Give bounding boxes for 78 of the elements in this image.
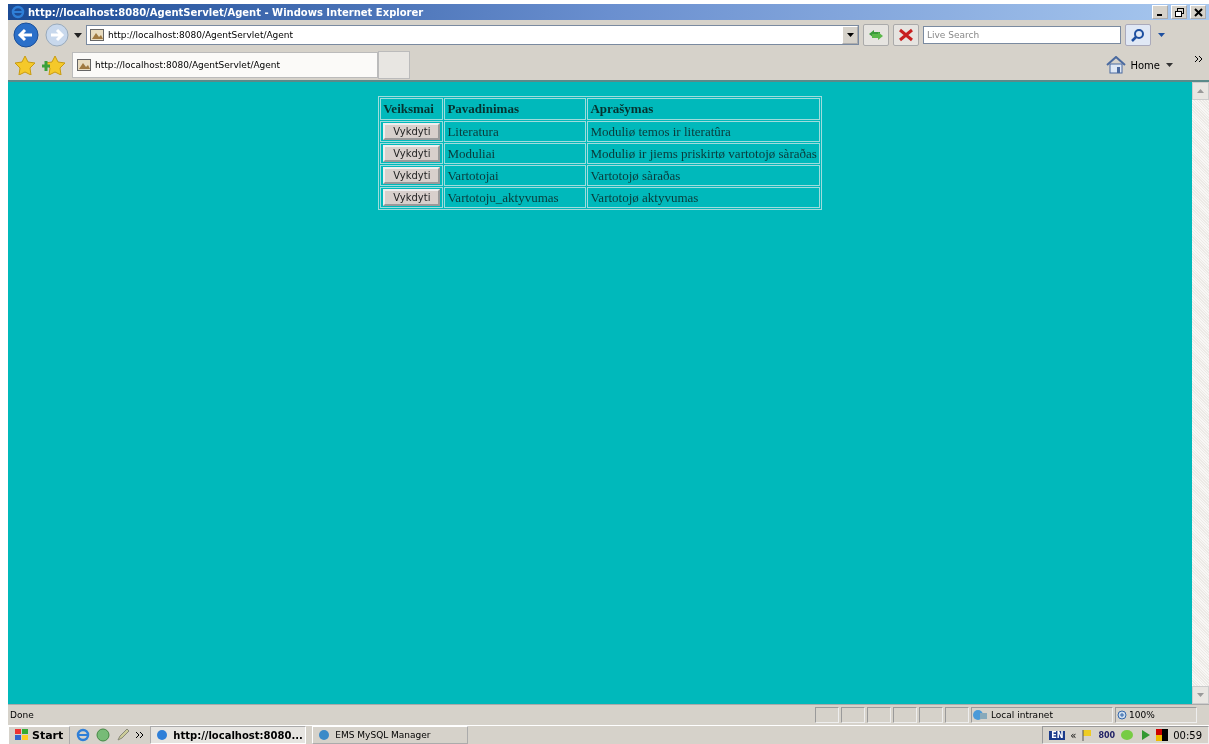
caret-icon[interactable] — [74, 32, 82, 38]
security-zone: Local intranet — [971, 707, 1113, 723]
address-field[interactable]: http://localhost:8080/AgentServlet/Agent — [86, 25, 859, 45]
window-title: http://localhost:8080/AgentServlet/Agent - Windows Internet Explorer — [28, 6, 424, 18]
minimize-button[interactable] — [1152, 5, 1168, 19]
table-cell: Moduliø ir jiems priskirtø vartotojø sàraðas — [587, 143, 820, 164]
page-icon — [77, 59, 91, 71]
overflow-icon[interactable] — [136, 732, 145, 738]
favorites-star-icon[interactable] — [14, 55, 36, 75]
app-icon — [155, 729, 170, 741]
caret-icon — [1157, 33, 1165, 37]
scrollbar[interactable] — [1192, 82, 1209, 704]
status-pane — [919, 707, 943, 723]
caret-icon — [1197, 89, 1204, 93]
run-button[interactable]: Vykdyti — [383, 145, 441, 162]
status-pane — [893, 707, 917, 723]
search-button[interactable] — [1125, 24, 1151, 46]
page-icon — [90, 29, 104, 41]
url-text: http://localhost:8080/AgentServlet/Agent — [108, 30, 294, 40]
close-button[interactable] — [1190, 5, 1206, 19]
status-pane — [841, 707, 865, 723]
stop-button[interactable] — [893, 24, 919, 46]
pencil-icon[interactable] — [116, 728, 131, 742]
run-button[interactable]: Vykdyti — [383, 123, 441, 140]
new-tab-button[interactable] — [378, 51, 410, 79]
column-header: Aprašymas — [587, 98, 820, 120]
clock: 00:59 — [1173, 729, 1202, 741]
status-pane — [867, 707, 891, 723]
search-icon — [1131, 28, 1145, 42]
meter-icon[interactable] — [1156, 729, 1169, 741]
scroll-down-button[interactable] — [1192, 686, 1209, 704]
status-text: Done — [10, 710, 34, 720]
status-pane — [945, 707, 969, 723]
close-icon — [898, 28, 914, 42]
app-icon — [317, 729, 332, 741]
dropdown-button[interactable] — [842, 26, 858, 44]
back-button[interactable] — [12, 21, 40, 49]
more-button[interactable] — [1195, 53, 1203, 64]
show-hidden-icons-button[interactable]: « — [1070, 729, 1077, 741]
browser-tab[interactable]: http://localhost:8080/AgentServlet/Agent — [72, 52, 378, 78]
scroll-up-button[interactable] — [1192, 82, 1209, 100]
tab-title: http://localhost:8080/AgentServlet/Agent — [95, 60, 281, 70]
flag-icon[interactable] — [1081, 729, 1094, 741]
taskbar-button[interactable]: http://localhost:8080... — [150, 726, 307, 744]
add-favorite-icon[interactable] — [42, 55, 66, 75]
table-cell: Vartotoju_aktyvumas — [444, 187, 587, 208]
status-pane — [815, 707, 839, 723]
search-field[interactable]: Live Search — [923, 26, 1121, 44]
caret-icon — [846, 33, 854, 37]
windows-logo-icon — [15, 729, 29, 741]
restore-button[interactable] — [1171, 5, 1187, 19]
zoom-icon — [1116, 709, 1127, 721]
run-button[interactable]: Vykdyti — [383, 189, 441, 206]
browser-logo-icon — [11, 5, 25, 19]
home-button[interactable]: Home — [1105, 56, 1160, 74]
table-cell: Literatura — [444, 121, 587, 142]
caret-icon[interactable] — [1166, 63, 1173, 67]
table-cell: Vartotojø aktyvumas — [587, 187, 820, 208]
language-indicator[interactable]: EN — [1049, 730, 1066, 740]
column-header: Pavadinimas — [444, 98, 587, 120]
tray-label[interactable]: 800 — [1098, 730, 1116, 740]
start-button[interactable]: Start — [8, 725, 71, 744]
taskbar-button[interactable]: EMS MySQL Manager — [312, 726, 469, 744]
refresh-button[interactable] — [863, 24, 889, 46]
network-icon — [972, 708, 988, 722]
play-icon[interactable] — [1139, 729, 1152, 741]
table-cell: Vartotojai — [444, 165, 587, 186]
browser-logo-icon[interactable] — [76, 728, 91, 742]
caret-icon — [1197, 693, 1204, 697]
column-header: Veiksmai — [380, 98, 444, 120]
table-cell: Vartotojø sàraðas — [587, 165, 820, 186]
house-icon — [1105, 56, 1128, 74]
run-button[interactable]: Vykdyti — [383, 167, 441, 184]
zoom-button[interactable]: 100% — [1115, 707, 1197, 723]
chevrons-icon — [1195, 56, 1203, 62]
refresh-icon — [867, 28, 885, 42]
table-cell: Moduliø temos ir literatûra — [587, 121, 820, 142]
table-cell: Moduliai — [444, 143, 587, 164]
